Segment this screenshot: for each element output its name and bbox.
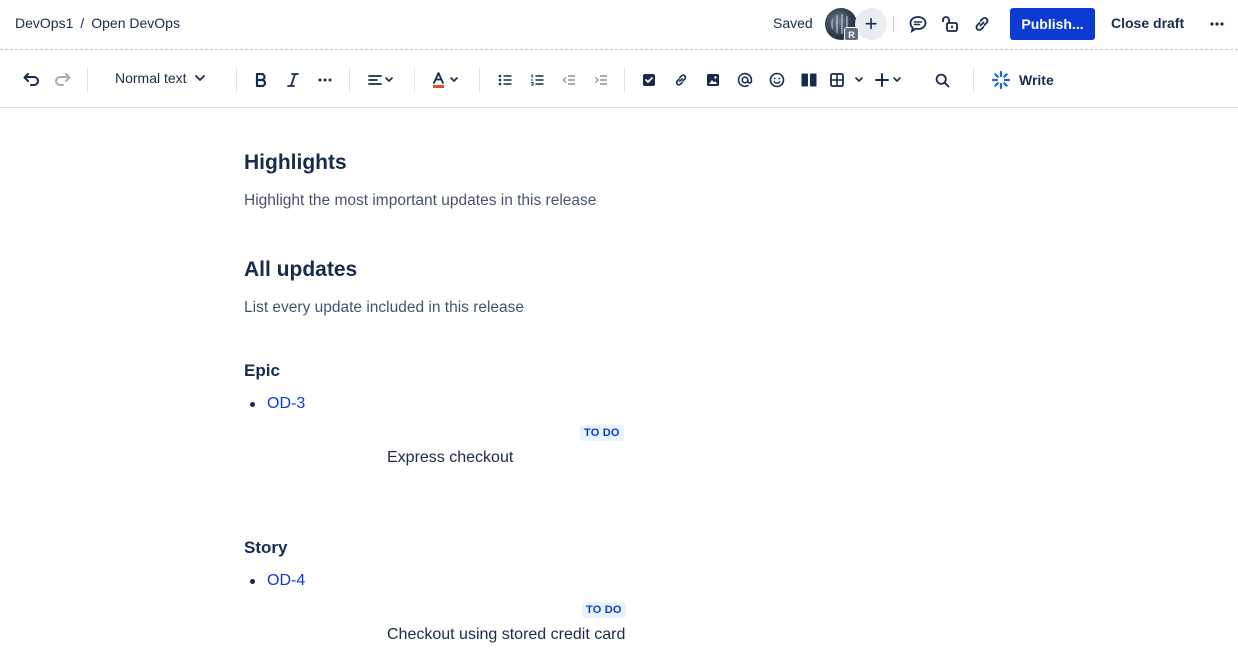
more-formatting-icon[interactable] [315,68,335,92]
bullet-dot [250,578,255,584]
text-style-label: Normal text [115,70,187,86]
issue-summary[interactable]: Express checkout [387,449,513,467]
divider [479,68,480,92]
image-icon[interactable] [704,68,722,92]
find-icon[interactable] [932,68,952,92]
divider [236,68,237,92]
bullet-list-icon[interactable] [495,68,515,92]
insert-icon[interactable] [874,68,906,92]
comment-icon[interactable] [906,12,930,36]
ai-write-button[interactable]: Write [991,68,1054,92]
indent-icon[interactable] [591,68,611,92]
paragraph-highlights: Highlight the most important updates in … [244,192,597,209]
editor-toolbar: Normal text Write [0,51,1238,108]
publish-button[interactable]: Publish... [1010,8,1095,40]
mention-icon[interactable] [735,68,755,92]
issue-summary[interactable]: Checkout using stored credit card [387,626,625,644]
numbered-list-icon[interactable] [527,68,547,92]
ai-write-icon [991,70,1011,90]
text-style-dropdown[interactable]: Normal text [115,70,205,86]
paragraph-all-updates: List every update included in this relea… [244,299,525,316]
table-icon[interactable] [829,68,865,92]
breadcrumb-page[interactable]: Open DevOps [91,15,180,31]
bold-icon[interactable] [251,68,271,92]
italic-icon[interactable] [283,68,303,92]
breadcrumb-separator: / [80,15,85,31]
breadcrumb-space[interactable]: DevOps1 [15,15,73,31]
action-item-icon[interactable] [640,68,658,92]
emoji-icon[interactable] [767,68,787,92]
heading-epic: Epic [244,361,280,380]
restrictions-unlock-icon[interactable] [937,12,961,36]
link-icon[interactable] [671,68,691,92]
divider [87,68,88,92]
divider [349,68,350,92]
avatar-initial-badge: R [844,27,859,41]
redo-icon[interactable] [52,68,74,92]
copy-link-icon[interactable] [970,12,994,36]
ai-write-label: Write [1019,72,1054,88]
add-collaborator-button[interactable]: + [855,8,887,40]
more-actions-icon[interactable] [1207,12,1227,36]
align-icon[interactable] [366,68,396,92]
status-lozenge: TO DO [580,425,624,441]
outdent-icon[interactable] [559,68,579,92]
heading-story: Story [244,538,288,557]
heading-highlights: Highlights [244,151,347,174]
breadcrumb: DevOps1 / Open DevOps [15,15,180,31]
bullet-dot [250,401,255,407]
layout-icon[interactable] [800,68,818,92]
divider [973,68,974,92]
top-bar: DevOps1 / Open DevOps Saved + R Publish.… [0,0,1238,50]
list-item: OD-3 [244,395,305,413]
status-lozenge: TO DO [582,602,626,618]
issue-link[interactable]: OD-4 [267,572,305,590]
close-draft-button[interactable]: Close draft [1111,15,1184,31]
issue-link[interactable]: OD-3 [267,395,305,413]
list-item: OD-4 [244,572,305,590]
undo-icon[interactable] [20,68,42,92]
chevron-down-icon [194,75,205,81]
divider [893,16,894,32]
divider [414,68,415,92]
text-color-icon[interactable] [430,68,462,92]
save-status: Saved [773,15,813,31]
divider [624,68,625,92]
heading-all-updates: All updates [244,258,358,281]
